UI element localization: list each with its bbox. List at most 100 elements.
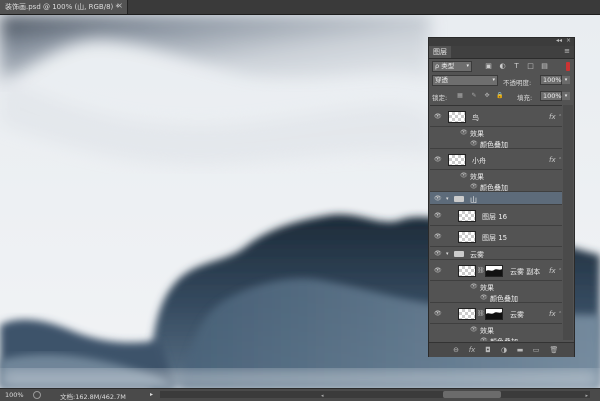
effects-eye-icon[interactable]: 👁	[460, 129, 468, 136]
effect-eye-icon[interactable]: 👁	[480, 337, 488, 341]
effect-eye-icon[interactable]: 👁	[470, 140, 478, 147]
collapse-effects-icon[interactable]: ⌃	[558, 268, 562, 274]
opacity-dropdown-icon[interactable]: ▾	[562, 76, 570, 84]
fill-value: 100%	[543, 92, 562, 100]
collapse-panel-icon[interactable]: ◂◂	[556, 37, 562, 44]
close-panel-icon[interactable]: ×	[566, 37, 571, 44]
layer-name[interactable]: 鸟	[472, 113, 479, 123]
layer-name[interactable]: 云雾	[510, 310, 524, 320]
layer-list-scrollbar[interactable]	[563, 105, 573, 340]
zoom-level[interactable]: 100%	[5, 391, 24, 399]
adjustment-layer-icon[interactable]: ◑	[499, 345, 509, 355]
effect-row[interactable]: 👁颜色叠加	[430, 181, 562, 192]
chevron-down-icon: ▾	[492, 77, 495, 83]
layer-row[interactable]: 👁 图层 15	[430, 226, 562, 247]
effects-eye-icon[interactable]: 👁	[470, 326, 478, 333]
add-style-icon[interactable]: fx	[467, 345, 477, 355]
collapse-effects-icon[interactable]: ⌃	[558, 157, 562, 163]
add-mask-icon[interactable]: ◘	[483, 345, 493, 355]
horizontal-scrollbar[interactable]: ◂ ▸	[160, 391, 590, 399]
scroll-right-icon[interactable]: ▸	[585, 393, 588, 399]
link-chain-icon[interactable]: ⛓	[477, 310, 485, 317]
filter-toggle[interactable]	[566, 62, 570, 71]
scroll-left-icon[interactable]: ◂	[321, 393, 324, 399]
adjust-filter-icon[interactable]: ◐	[498, 62, 507, 71]
effects-row[interactable]: 👁 效果	[430, 170, 562, 181]
effects-eye-icon[interactable]: 👁	[460, 172, 468, 179]
filter-type-select[interactable]: ρ 类型 ▾	[432, 61, 472, 72]
panel-title-bar[interactable]: ◂◂ ×	[429, 37, 574, 46]
visibility-eye-icon[interactable]: 👁	[434, 310, 442, 317]
panel-menu-icon[interactable]: ≡	[564, 47, 570, 55]
lock-image-icon[interactable]: ✎	[470, 92, 478, 100]
effects-row[interactable]: 👁 效果	[430, 281, 562, 292]
visibility-eye-icon[interactable]: 👁	[434, 250, 442, 257]
effects-row[interactable]: 👁 效果	[430, 324, 562, 335]
folder-icon	[454, 196, 464, 202]
filter-type-label: ρ 类型	[435, 62, 455, 70]
lock-transparent-icon[interactable]: ▦	[456, 92, 464, 100]
fx-badge-icon[interactable]: fx	[549, 156, 556, 164]
fill-label: 填充:	[517, 94, 533, 102]
visibility-eye-icon[interactable]: 👁	[434, 267, 442, 274]
layer-mask-thumbnail[interactable]	[485, 265, 503, 277]
visibility-eye-icon[interactable]: 👁	[434, 113, 442, 120]
visibility-eye-icon[interactable]: 👁	[434, 195, 442, 202]
new-group-icon[interactable]: ▬	[515, 345, 525, 355]
layer-group-row[interactable]: 👁 ▾ 山	[430, 192, 562, 205]
doc-info-icon[interactable]	[33, 391, 41, 399]
layer-row[interactable]: 👁 ⛓ 云雾 副本 fx ⌃	[430, 260, 562, 281]
layer-group-row[interactable]: 👁 ▾ 云雾	[430, 247, 562, 260]
fill-dropdown-icon[interactable]: ▾	[562, 92, 570, 100]
layer-row[interactable]: 👁 鸟 fx ⌃	[430, 106, 562, 127]
effect-eye-icon[interactable]: 👁	[480, 294, 488, 301]
tab-layers[interactable]: 图层	[429, 46, 451, 58]
delete-layer-icon[interactable]: 🗑	[549, 345, 559, 355]
group-name[interactable]: 云雾	[470, 250, 484, 260]
effects-eye-icon[interactable]: 👁	[470, 283, 478, 290]
effects-row[interactable]: 👁 效果	[430, 127, 562, 138]
effect-name[interactable]: 颜色叠加	[490, 337, 518, 341]
layer-name[interactable]: 图层 16	[482, 212, 507, 222]
fx-badge-icon[interactable]: fx	[549, 267, 556, 275]
collapse-effects-icon[interactable]: ⌃	[558, 311, 562, 317]
expand-triangle-icon[interactable]: ▾	[446, 196, 449, 202]
layer-row[interactable]: 👁 小舟 fx ⌃	[430, 149, 562, 170]
effect-row[interactable]: 👁颜色叠加	[430, 335, 562, 341]
layer-row[interactable]: 👁 ⛓ 云雾 fx ⌃	[430, 303, 562, 324]
text-filter-icon[interactable]: T	[512, 62, 521, 71]
layer-name[interactable]: 小舟	[472, 156, 486, 166]
close-tab-icon[interactable]: ×	[116, 1, 123, 10]
group-name[interactable]: 山	[470, 195, 477, 205]
effect-row[interactable]: 👁颜色叠加	[430, 292, 562, 303]
blend-mode-value: 穿透	[435, 76, 448, 84]
document-tab[interactable]: 装饰画.psd @ 100% (山, RGB/8) * ×	[0, 0, 128, 14]
image-filter-icon[interactable]: ▣	[484, 62, 493, 71]
visibility-eye-icon[interactable]: 👁	[434, 156, 442, 163]
layer-list[interactable]: 👁 鸟 fx ⌃ 👁 效果 👁 颜色叠加 👁 小舟 fx ⌃ 👁 效果 👁 颜色叠加 👁 ▾ 山 👁 图层 16 👁 图层 …	[430, 105, 562, 341]
scroll-thumb[interactable]	[443, 391, 501, 398]
fx-badge-icon[interactable]: fx	[549, 113, 556, 121]
layer-name[interactable]: 云雾 副本	[510, 267, 540, 277]
lock-all-icon[interactable]: 🔒	[496, 92, 504, 100]
link-chain-icon[interactable]: ⛓	[477, 267, 485, 274]
smart-filter-icon[interactable]: ▤	[540, 62, 549, 71]
layer-mask-thumbnail[interactable]	[485, 308, 503, 320]
expand-triangle-icon[interactable]: ▾	[446, 251, 449, 257]
collapse-effects-icon[interactable]: ⌃	[558, 114, 562, 120]
visibility-eye-icon[interactable]: 👁	[434, 233, 442, 240]
shape-filter-icon[interactable]: □	[526, 62, 535, 71]
layer-row[interactable]: 👁 图层 16	[430, 205, 562, 226]
new-layer-icon[interactable]: ▭	[531, 345, 541, 355]
blend-mode-select[interactable]: 穿透 ▾	[432, 75, 498, 86]
lock-position-icon[interactable]: ✥	[483, 92, 491, 100]
fx-badge-icon[interactable]: fx	[549, 310, 556, 318]
fill-input[interactable]: 100% ▾	[540, 91, 570, 101]
status-menu-icon[interactable]: ▸	[150, 391, 153, 398]
visibility-eye-icon[interactable]: 👁	[434, 212, 442, 219]
effect-row[interactable]: 👁颜色叠加	[430, 138, 562, 149]
opacity-input[interactable]: 100% ▾	[540, 75, 570, 85]
link-layers-icon[interactable]: ⊖	[451, 345, 461, 355]
effect-eye-icon[interactable]: 👁	[470, 183, 478, 190]
layer-name[interactable]: 图层 15	[482, 233, 507, 243]
